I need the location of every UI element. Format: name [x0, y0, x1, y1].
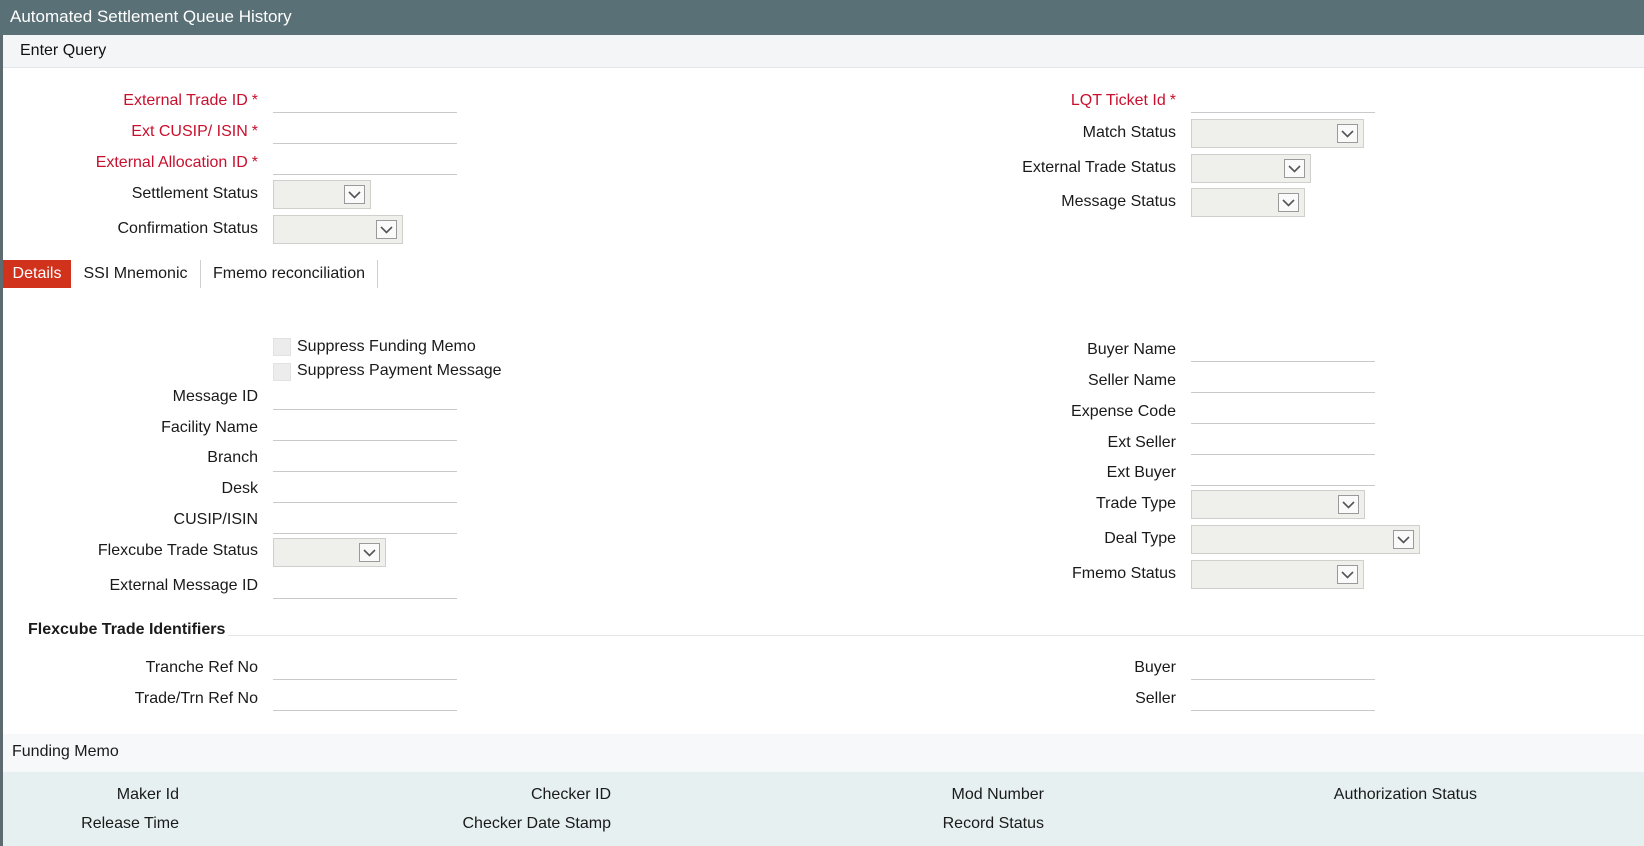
lqt-ticket-id-label: LQT Ticket Id *: [1071, 92, 1176, 110]
expense-code-input[interactable]: [1191, 401, 1375, 424]
funding-memo-bar: Funding Memo: [3, 734, 1644, 772]
message-status-label: Message Status: [1061, 193, 1176, 210]
chevron-down-icon[interactable]: [359, 543, 380, 562]
window-title: Automated Settlement Queue History: [0, 0, 1644, 35]
cusip-isin-label: CUSIP/ISIN: [173, 511, 258, 528]
message-id-label: Message ID: [172, 388, 258, 405]
external-trade-id-input[interactable]: [273, 90, 457, 113]
trade-trn-ref-no-input[interactable]: [273, 688, 457, 711]
ext-seller-input[interactable]: [1191, 432, 1375, 455]
chevron-down-icon[interactable]: [1337, 565, 1358, 584]
ext-cusip-isin-label-text: Ext CUSIP/ ISIN: [131, 123, 248, 140]
match-status-label: Match Status: [1082, 124, 1176, 141]
tranche-ref-no-input[interactable]: [273, 657, 457, 680]
fmemo-status-label: Fmemo Status: [1071, 565, 1176, 582]
desk-label: Desk: [221, 480, 258, 497]
lqt-ticket-id-input[interactable]: [1191, 90, 1375, 113]
ext-cusip-isin-label: Ext CUSIP/ ISIN *: [131, 123, 258, 141]
ext-buyer-input[interactable]: [1191, 463, 1375, 486]
required-mark: *: [251, 154, 258, 171]
message-status-select[interactable]: [1191, 188, 1305, 217]
ext-buyer-label: Ext Buyer: [1106, 464, 1176, 481]
chevron-down-icon[interactable]: [344, 185, 365, 204]
ext-cusip-isin-input[interactable]: [273, 121, 457, 144]
confirmation-status-label: Confirmation Status: [117, 220, 258, 237]
required-mark: *: [1169, 92, 1176, 109]
desk-input[interactable]: [273, 480, 457, 503]
tab-fmemo-reconciliation[interactable]: Fmemo reconciliation: [201, 260, 378, 288]
toolbar: Enter Query: [3, 35, 1644, 68]
buyer-label: Buyer: [1134, 659, 1176, 676]
funding-memo-button[interactable]: Funding Memo: [12, 743, 119, 761]
buyer-name-input[interactable]: [1191, 339, 1375, 362]
external-allocation-id-input[interactable]: [273, 152, 457, 175]
flexcube-trade-identifiers-heading: Flexcube Trade Identifiers: [28, 621, 226, 638]
required-mark: *: [251, 123, 258, 140]
external-trade-status-select[interactable]: [1191, 154, 1311, 183]
external-trade-status-label: External Trade Status: [1022, 159, 1176, 176]
seller-name-input[interactable]: [1191, 370, 1375, 393]
chevron-down-icon[interactable]: [1338, 495, 1359, 514]
external-allocation-id-label: External Allocation ID *: [96, 154, 258, 172]
section-divider: [228, 635, 1644, 636]
authorization-status-label: Authorization Status: [1333, 786, 1477, 803]
external-message-id-input[interactable]: [273, 576, 457, 599]
external-message-id-label: External Message ID: [109, 577, 258, 594]
branch-input[interactable]: [273, 449, 457, 472]
mod-number-label: Mod Number: [951, 786, 1044, 803]
flexcube-trade-status-label: Flexcube Trade Status: [97, 542, 258, 559]
suppress-funding-memo-label: Suppress Funding Memo: [297, 338, 476, 355]
seller-input[interactable]: [1191, 688, 1375, 711]
trade-trn-ref-no-label: Trade/Trn Ref No: [134, 690, 258, 707]
trade-type-select[interactable]: [1191, 490, 1365, 519]
facility-name-input[interactable]: [273, 418, 457, 441]
suppress-payment-message-label: Suppress Payment Message: [297, 362, 502, 379]
deal-type-label: Deal Type: [1104, 530, 1176, 547]
checker-id-label: Checker ID: [530, 786, 611, 803]
buyer-name-label: Buyer Name: [1087, 341, 1176, 358]
suppress-funding-memo-checkbox[interactable]: [273, 338, 291, 356]
deal-type-select[interactable]: [1191, 525, 1420, 554]
external-trade-id-label-text: External Trade ID: [123, 92, 248, 109]
chevron-down-icon[interactable]: [1393, 530, 1414, 549]
required-mark: *: [251, 92, 258, 109]
fmemo-status-select[interactable]: [1191, 560, 1364, 589]
flexcube-trade-status-select[interactable]: [273, 538, 386, 567]
chevron-down-icon[interactable]: [1337, 124, 1358, 143]
branch-label: Branch: [207, 449, 258, 466]
chevron-down-icon[interactable]: [376, 220, 397, 239]
external-allocation-id-label-text: External Allocation ID: [95, 154, 248, 171]
audit-section: Maker Id Release Time Checker ID Checker…: [3, 772, 1644, 846]
record-status-label: Record Status: [942, 815, 1044, 832]
ext-seller-label: Ext Seller: [1107, 434, 1176, 451]
tab-details[interactable]: Details: [3, 260, 71, 288]
window-left-border: [0, 35, 3, 846]
suppress-payment-message-checkbox[interactable]: [273, 363, 291, 381]
facility-name-label: Facility Name: [161, 419, 258, 436]
cusip-isin-input[interactable]: [273, 511, 457, 534]
confirmation-status-select[interactable]: [273, 215, 403, 244]
lqt-ticket-id-label-text: LQT Ticket Id: [1070, 92, 1166, 109]
external-trade-id-label: External Trade ID *: [123, 92, 258, 110]
settlement-status-select[interactable]: [273, 180, 371, 209]
tab-ssi-mnemonic[interactable]: SSI Mnemonic: [71, 260, 201, 288]
chevron-down-icon[interactable]: [1284, 159, 1305, 178]
maker-id-label: Maker Id: [116, 786, 179, 803]
expense-code-label: Expense Code: [1071, 403, 1176, 420]
enter-query-button[interactable]: Enter Query: [20, 42, 106, 60]
checker-date-stamp-label: Checker Date Stamp: [462, 815, 611, 832]
buyer-input[interactable]: [1191, 657, 1375, 680]
tranche-ref-no-label: Tranche Ref No: [145, 659, 258, 676]
release-time-label: Release Time: [81, 815, 179, 832]
settlement-status-label: Settlement Status: [131, 185, 258, 202]
trade-type-label: Trade Type: [1095, 495, 1176, 512]
seller-label: Seller: [1135, 690, 1176, 707]
seller-name-label: Seller Name: [1087, 372, 1176, 389]
match-status-select[interactable]: [1191, 119, 1364, 148]
chevron-down-icon[interactable]: [1278, 193, 1299, 212]
message-id-input[interactable]: [273, 387, 457, 410]
